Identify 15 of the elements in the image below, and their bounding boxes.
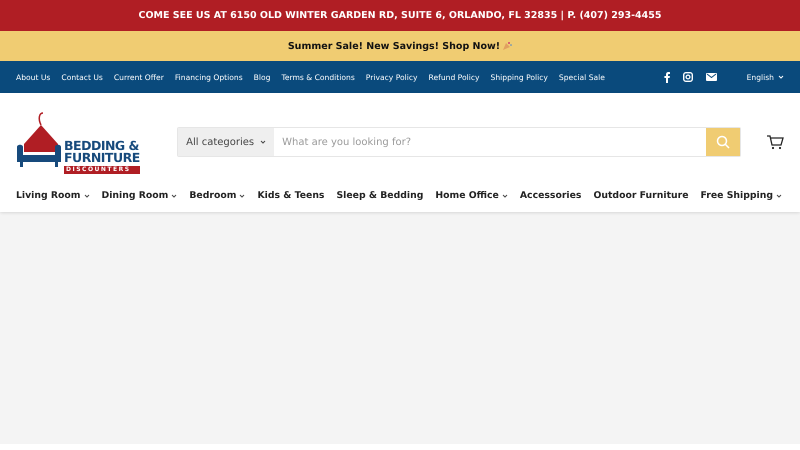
search-bar[interactable]: All categories What are you looking for?	[177, 127, 741, 157]
logo-text: FURNITURE	[64, 152, 140, 164]
main-nav-link[interactable]: Home Office	[435, 190, 508, 201]
main-nav-link[interactable]: Outdoor Furniture	[593, 190, 689, 201]
main-nav-link[interactable]: Living Room	[16, 190, 90, 201]
main-nav-link[interactable]: Bedroom	[189, 190, 246, 201]
main-nav-link[interactable]: Dining Room	[102, 190, 178, 201]
logo-text: BEDDING &	[64, 140, 140, 152]
main-nav-link[interactable]: Accessories	[520, 190, 582, 201]
store-address-text: COME SEE US AT 6150 OLD WINTER GARDEN RD, SUITE 6, ORLANDO, FL 32835 | P. (407) 293-4455	[138, 10, 662, 21]
promo-link[interactable]: Summer Sale! New Savings! Shop Now!	[288, 40, 500, 52]
main-nav-link[interactable]: Free Shipping	[700, 190, 782, 201]
category-dropdown[interactable]: All categories	[178, 128, 274, 156]
main-nav-link[interactable]: Sleep & Bedding	[336, 190, 424, 201]
main-nav-link[interactable]: Kids & Teens	[257, 190, 324, 201]
